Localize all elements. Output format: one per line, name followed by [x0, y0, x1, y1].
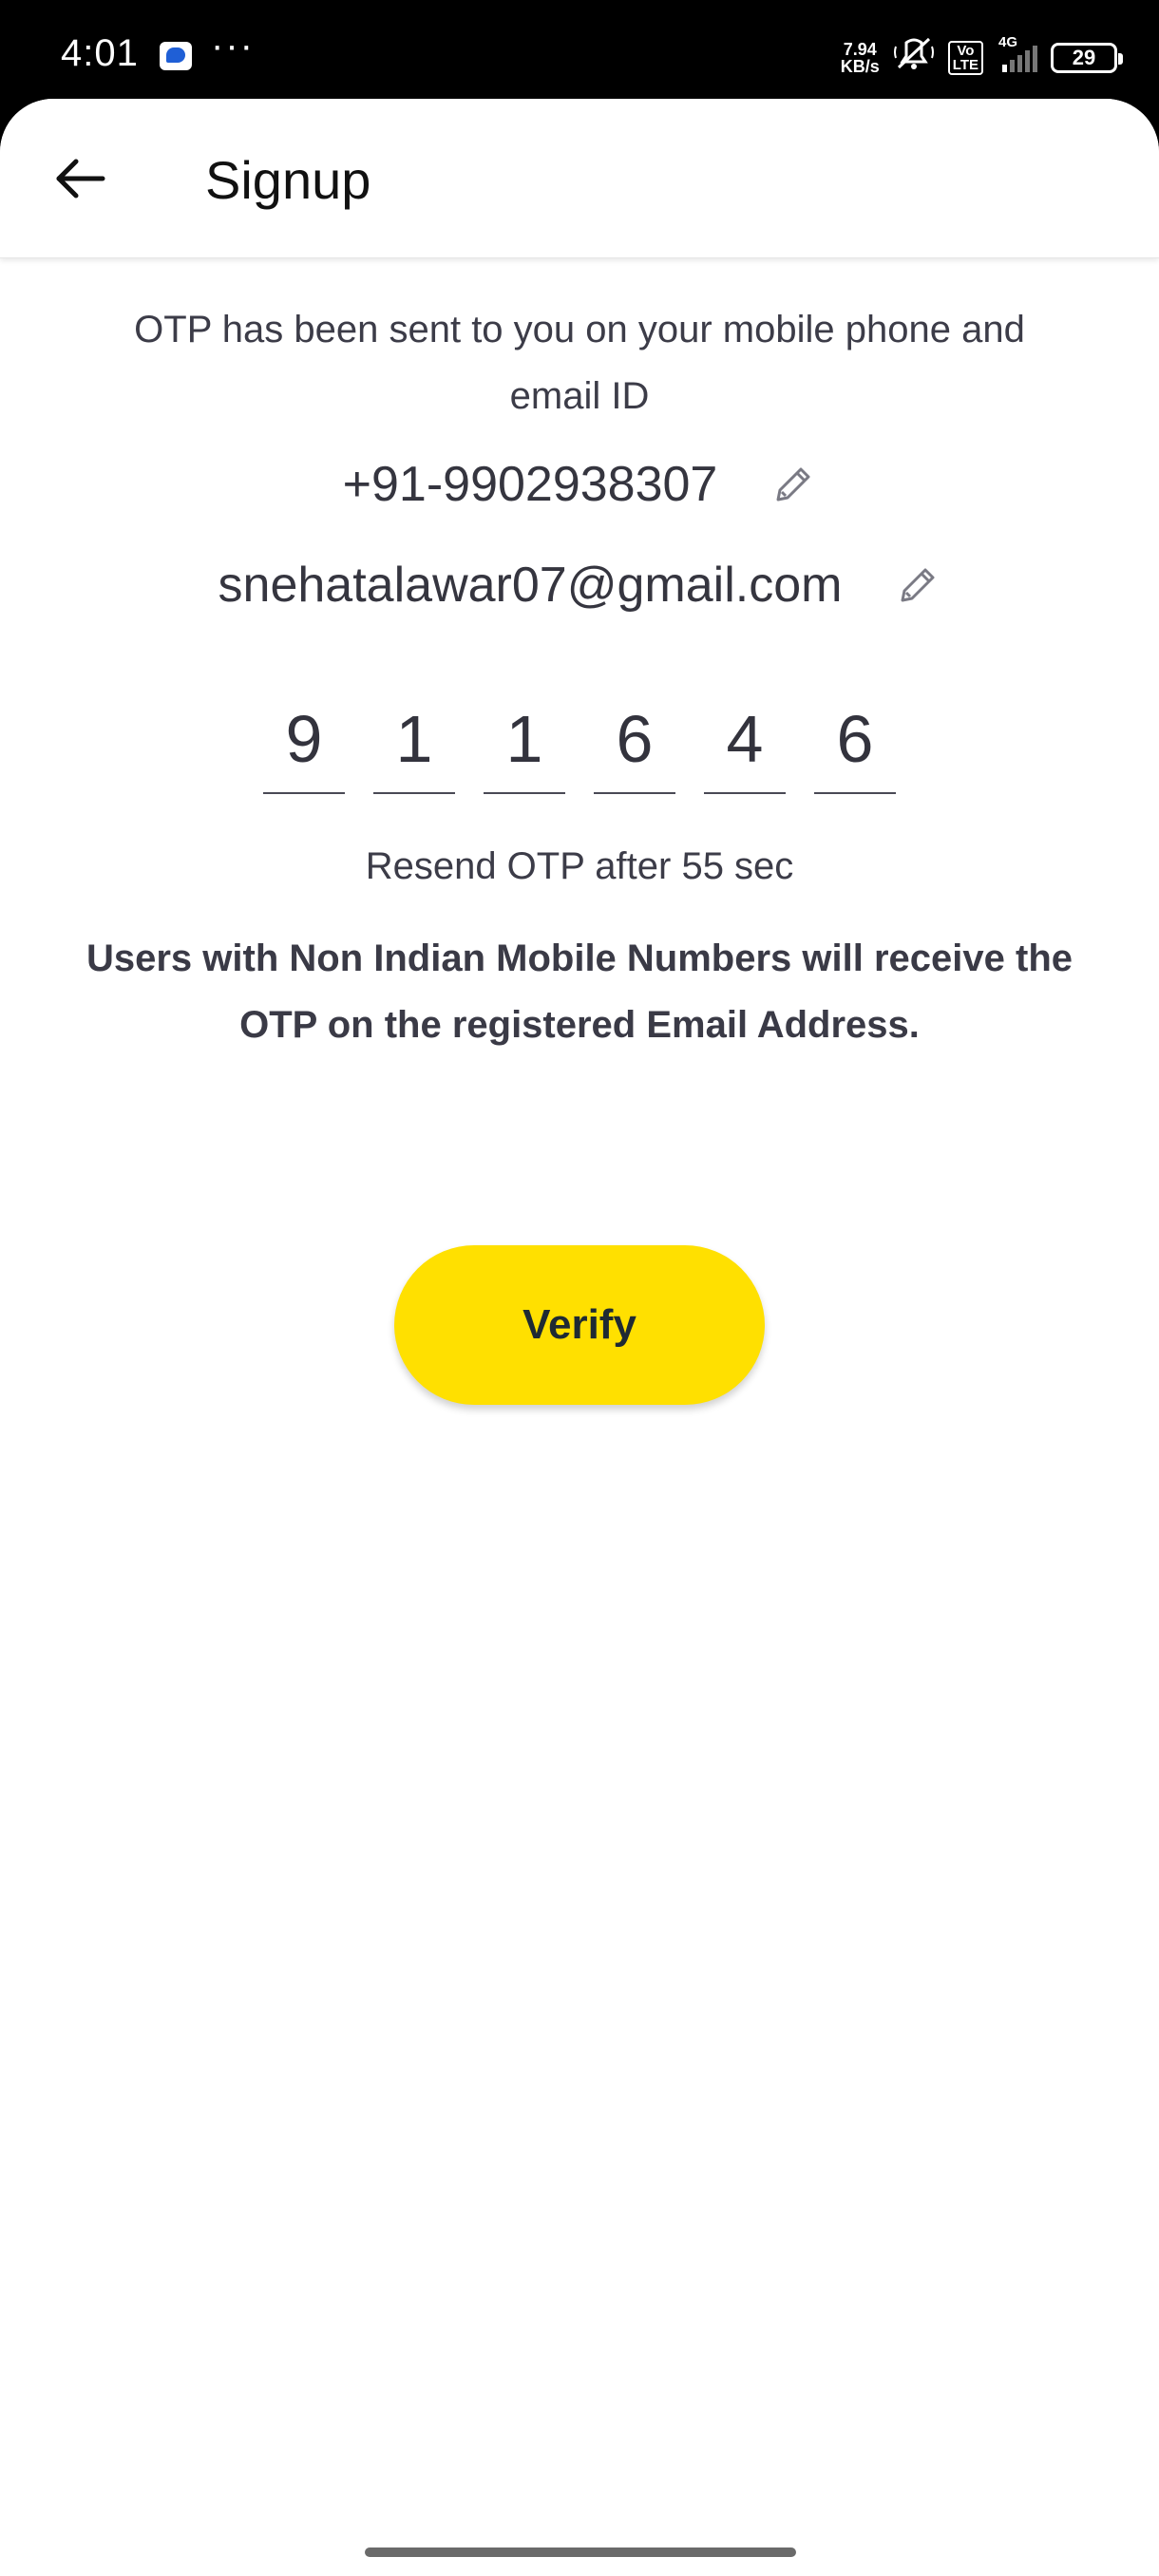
otp-digit-input[interactable]: 6	[814, 693, 896, 794]
back-button[interactable]	[46, 144, 114, 213]
otp-digit-input[interactable]: 1	[484, 693, 565, 794]
status-time: 4:01	[61, 32, 139, 74]
status-icons: 7.94 KB/s Vo LTE 4G 29	[841, 34, 1123, 82]
pencil-icon	[776, 467, 810, 502]
signal-bar	[1002, 65, 1007, 72]
signal-bar	[1025, 50, 1030, 72]
phone-number: +91-9902938307	[342, 457, 718, 512]
verify-button[interactable]: Verify	[394, 1245, 765, 1405]
arrow-back-icon	[56, 159, 105, 199]
app-bar: Signup	[0, 99, 1159, 258]
network-speed-unit: KB/s	[840, 57, 880, 76]
signal-bar	[1033, 46, 1037, 72]
battery-level: 29	[1072, 46, 1096, 69]
network-type: 4G	[998, 34, 1018, 50]
otp-digit-input[interactable]: 1	[373, 693, 455, 794]
volte-icon: Vo LTE	[947, 41, 983, 75]
non-indian-notice: Users with Non Indian Mobile Numbers wil…	[86, 938, 1073, 1046]
network-speed-value: 7.94	[843, 40, 877, 59]
pencil-icon	[901, 568, 935, 602]
edit-phone-button[interactable]	[770, 462, 816, 507]
phone-row: +91-9902938307	[0, 456, 1159, 513]
signal-bar	[1010, 60, 1015, 72]
volte-bottom: LTE	[952, 57, 978, 73]
mute-icon	[893, 35, 935, 82]
signal-bar	[1017, 55, 1022, 72]
volte-top: Vo	[957, 43, 975, 59]
resend-otp-timer: Resend OTP after 55 sec	[365, 845, 794, 887]
edit-email-button[interactable]	[895, 562, 940, 608]
app-screen: Signup OTP has been sent to you on your …	[0, 99, 1159, 2576]
otp-info-text: OTP has been sent to you on your mobile …	[134, 309, 1025, 417]
network-speed: 7.94 KB/s	[841, 41, 880, 75]
otp-input-row: 9 1 1 6 4 6	[0, 693, 1159, 794]
more-notifications-icon: ···	[211, 25, 255, 66]
page-title: Signup	[205, 150, 371, 210]
otp-digit-input[interactable]: 4	[704, 693, 786, 794]
status-bar: 4:01 ··· 7.94 KB/s Vo LTE 4G 29	[0, 0, 1159, 101]
messages-app-icon	[160, 42, 192, 70]
signal-icon: 4G	[997, 34, 1037, 72]
home-indicator[interactable]	[365, 2548, 796, 2557]
battery-icon: 29	[1051, 43, 1123, 73]
email-address: snehatalawar07@gmail.com	[218, 558, 843, 613]
otp-digit-input[interactable]: 9	[263, 693, 345, 794]
email-row: snehatalawar07@gmail.com	[0, 557, 1159, 614]
otp-digit-input[interactable]: 6	[594, 693, 675, 794]
